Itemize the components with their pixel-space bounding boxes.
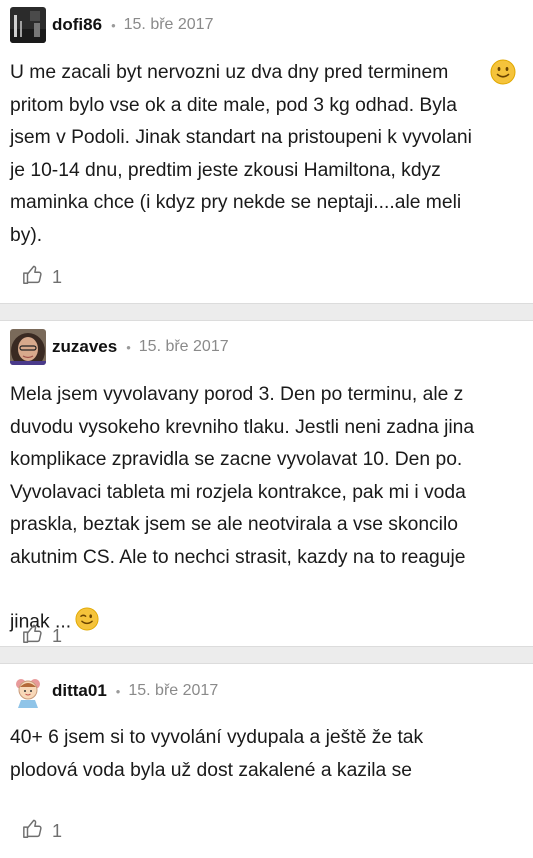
winking-face-icon <box>75 575 99 631</box>
comment: dofi86 • 15. bře 2017 U me zacali byt ne… <box>0 0 533 303</box>
avatar[interactable] <box>10 673 46 709</box>
meta-separator: • <box>111 17 116 33</box>
username[interactable]: zuzaves <box>52 337 117 357</box>
comment-text-content: 40+ 6 jsem si to vyvolání vydupala a ješ… <box>10 727 424 781</box>
comment-header: ditta01 • 15. bře 2017 <box>0 664 533 718</box>
comment: zuzaves • 15. bře 2017 Mela jsem vyvolav… <box>0 321 533 646</box>
slightly-smiling-face-icon <box>490 59 516 90</box>
comment-text-content: U me zacali byt nervozni uz dva dny pred… <box>10 62 472 246</box>
comment-header: zuzaves • 15. bře 2017 <box>0 321 533 373</box>
like-button[interactable]: 1 <box>0 818 62 845</box>
like-count: 1 <box>52 626 63 646</box>
comment-separator <box>0 646 533 664</box>
comment-text: 40+ 6 jsem si to vyvolání vydupala a ješ… <box>0 722 533 787</box>
like-button[interactable]: 1 <box>0 264 62 291</box>
comment-separator <box>0 303 533 321</box>
avatar[interactable] <box>10 7 46 43</box>
thumbs-up-icon <box>22 623 44 650</box>
comment-text: Mela jsem vyvolavany porod 3. Den po ter… <box>0 379 533 639</box>
like-count: 1 <box>52 821 63 841</box>
comment-date: 15. bře 2017 <box>123 16 214 33</box>
like-button[interactable]: 1 <box>0 623 62 650</box>
avatar[interactable] <box>10 329 46 365</box>
username[interactable]: ditta01 <box>52 681 107 701</box>
meta-separator: • <box>115 683 121 699</box>
comment-date: 15. bře 2017 <box>128 682 219 699</box>
comment-text: U me zacali byt nervozni uz dva dny pred… <box>0 57 533 253</box>
thumbs-up-icon <box>22 264 44 291</box>
meta-separator: • <box>126 339 131 355</box>
thumbs-up-icon <box>22 818 44 845</box>
comment: ditta01 • 15. bře 2017 40+ 6 jsem si to … <box>0 664 533 858</box>
comment-header: dofi86 • 15. bře 2017 <box>0 0 533 50</box>
username[interactable]: dofi86 <box>52 15 102 35</box>
like-count: 1 <box>52 267 63 287</box>
comment-date: 15. bře 2017 <box>138 338 229 355</box>
